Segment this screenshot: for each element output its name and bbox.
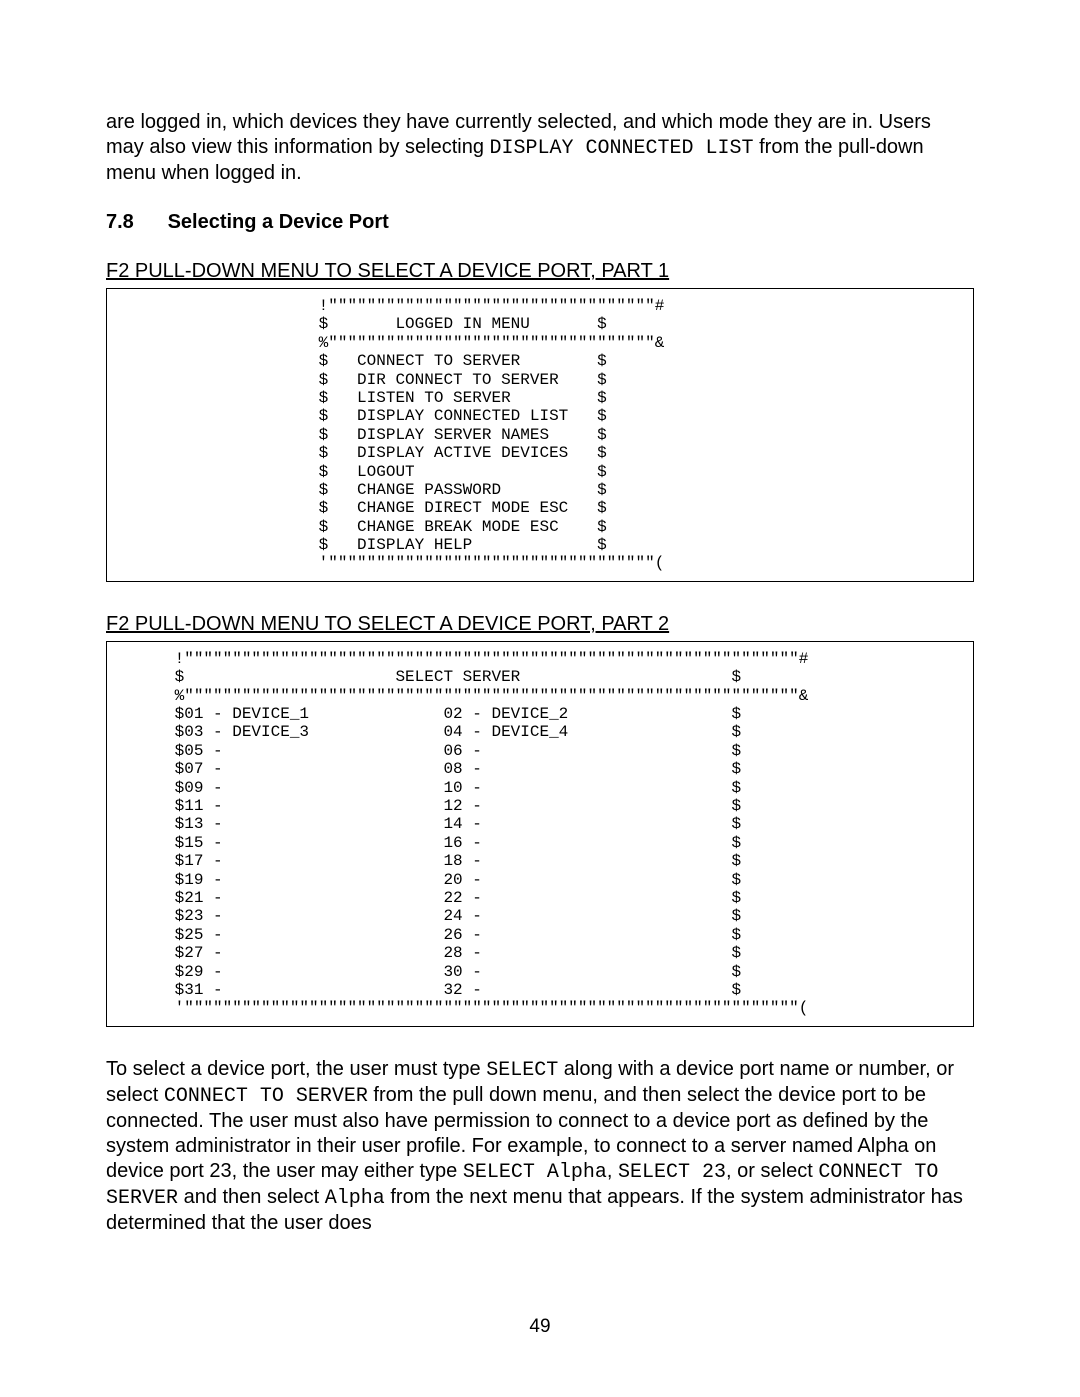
closing-paragraph: To select a device port, the user must t… xyxy=(106,1057,974,1236)
page-number: 49 xyxy=(0,1315,1080,1339)
figure2-menu-box: !"""""""""""""""""""""""""""""""""""""""… xyxy=(106,641,974,1027)
figure1-caption: F2 PULL-DOWN MENU TO SELECT A DEVICE POR… xyxy=(106,259,974,284)
section-heading: 7.8 Selecting a Device Port xyxy=(106,210,974,235)
intro-paragraph: are logged in, which devices they have c… xyxy=(106,110,974,186)
figure2-caption: F2 PULL-DOWN MENU TO SELECT A DEVICE POR… xyxy=(106,612,974,637)
document-page: are logged in, which devices they have c… xyxy=(0,0,1080,1397)
heading-number: 7.8 xyxy=(106,210,162,235)
figure1-menu-box: !""""""""""""""""""""""""""""""""""# $ L… xyxy=(106,288,974,582)
heading-title: Selecting a Device Port xyxy=(168,211,389,233)
